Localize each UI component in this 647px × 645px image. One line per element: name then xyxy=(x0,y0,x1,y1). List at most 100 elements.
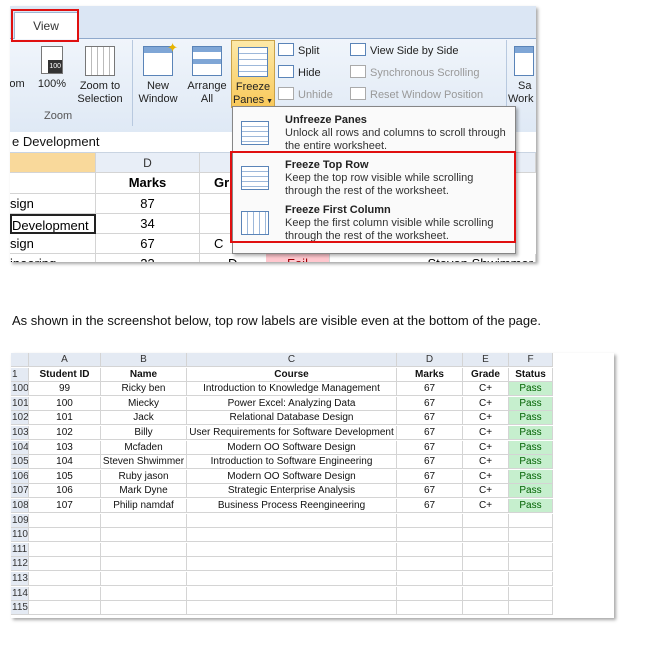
row-header[interactable]: 112 xyxy=(11,557,29,572)
cell-f5[interactable]: Fail xyxy=(266,254,330,262)
table-cell[interactable] xyxy=(29,542,101,557)
row-header[interactable]: 100 xyxy=(11,382,29,397)
table-cell[interactable]: Ricky ben xyxy=(101,382,187,397)
cell-d3[interactable]: 34 xyxy=(96,214,200,234)
table-cell[interactable] xyxy=(101,601,187,616)
table-cell[interactable] xyxy=(101,557,187,572)
table-cell[interactable] xyxy=(29,601,101,616)
zoom-to-selection-button[interactable]: Zoom to Selection xyxy=(74,46,126,106)
synchronous-scrolling-button[interactable]: Synchronous Scrolling xyxy=(350,65,479,81)
table-cell[interactable]: Ruby jason xyxy=(101,469,187,484)
cell-b2[interactable]: sign xyxy=(10,194,96,214)
table-cell[interactable] xyxy=(101,542,187,557)
table-cell[interactable]: 67 xyxy=(397,382,463,397)
hide-button[interactable]: Hide xyxy=(278,65,321,81)
table-cell[interactable] xyxy=(187,557,397,572)
cell-b5[interactable]: ineering xyxy=(10,254,96,262)
cell-d1[interactable]: Marks xyxy=(96,173,200,194)
unhide-button[interactable]: Unhide xyxy=(278,87,333,103)
table-cell[interactable]: Introduction to Knowledge Management xyxy=(187,382,397,397)
table-cell[interactable]: 102 xyxy=(29,426,101,440)
row-header[interactable]: 106 xyxy=(11,469,29,484)
table-cell[interactable]: 99 xyxy=(29,382,101,397)
row-header[interactable]: 102 xyxy=(11,411,29,426)
table-cell[interactable] xyxy=(397,572,463,586)
freeze-first-column-item[interactable]: Freeze First Column Keep the first colum… xyxy=(233,203,515,249)
column-header-b[interactable]: B xyxy=(101,353,187,367)
table-cell[interactable] xyxy=(509,542,553,557)
table-cell[interactable]: Philip namdaf xyxy=(101,499,187,513)
row-header[interactable]: 114 xyxy=(11,586,29,601)
table-cell[interactable]: Relational Database Design xyxy=(187,411,397,426)
row-header[interactable]: 110 xyxy=(11,528,29,543)
table-cell[interactable] xyxy=(509,601,553,616)
header-cell[interactable]: Marks xyxy=(397,367,463,382)
table-cell[interactable] xyxy=(463,557,509,572)
table-cell[interactable] xyxy=(187,586,397,601)
table-cell[interactable]: Modern OO Software Design xyxy=(187,469,397,484)
table-cell[interactable] xyxy=(187,601,397,616)
table-cell[interactable] xyxy=(29,513,101,528)
table-cell[interactable]: Pass xyxy=(509,396,553,411)
table-cell[interactable]: Billy xyxy=(101,426,187,440)
table-cell[interactable]: 103 xyxy=(29,440,101,455)
table-cell[interactable]: 67 xyxy=(397,411,463,426)
cell-b3-selected[interactable]: Development xyxy=(10,214,96,234)
freeze-top-row-item[interactable]: Freeze Top Row Keep the top row visible … xyxy=(233,158,515,204)
freeze-panes-button[interactable]: Freeze Panes ▼ xyxy=(231,40,275,108)
table-cell[interactable] xyxy=(187,572,397,586)
row-header[interactable]: 108 xyxy=(11,499,29,513)
table-cell[interactable]: Power Excel: Analyzing Data xyxy=(187,396,397,411)
table-cell[interactable] xyxy=(397,601,463,616)
table-cell[interactable]: C+ xyxy=(463,411,509,426)
table-cell[interactable]: User Requirements for Software Developme… xyxy=(187,426,397,440)
table-cell[interactable] xyxy=(397,542,463,557)
reset-window-position-button[interactable]: Reset Window Position xyxy=(350,87,483,103)
table-cell[interactable]: Mark Dyne xyxy=(101,484,187,499)
table-cell[interactable]: 67 xyxy=(397,484,463,499)
table-cell[interactable]: Miecky xyxy=(101,396,187,411)
table-cell[interactable]: Steven Shwimmer xyxy=(101,455,187,470)
column-header-d[interactable]: D xyxy=(397,353,463,367)
header-cell[interactable]: Grade xyxy=(463,367,509,382)
table-cell[interactable] xyxy=(463,572,509,586)
table-cell[interactable]: 105 xyxy=(29,469,101,484)
cell-d2[interactable]: 87 xyxy=(96,194,200,214)
column-header-c[interactable]: C xyxy=(187,353,397,367)
row-header[interactable]: 107 xyxy=(11,484,29,499)
column-header-e[interactable]: E xyxy=(463,353,509,367)
table-cell[interactable] xyxy=(101,572,187,586)
column-header-a[interactable]: A xyxy=(29,353,101,367)
table-cell[interactable]: Pass xyxy=(509,499,553,513)
table-cell[interactable]: Pass xyxy=(509,455,553,470)
table-cell[interactable]: C+ xyxy=(463,499,509,513)
table-cell[interactable]: 100 xyxy=(29,396,101,411)
table-cell[interactable]: Pass xyxy=(509,426,553,440)
table-cell[interactable]: 67 xyxy=(397,499,463,513)
table-cell[interactable]: Mcfaden xyxy=(101,440,187,455)
table-cell[interactable] xyxy=(509,557,553,572)
table-cell[interactable]: Modern OO Software Design xyxy=(187,440,397,455)
table-cell[interactable]: C+ xyxy=(463,440,509,455)
header-cell[interactable]: Name xyxy=(101,367,187,382)
table-cell[interactable]: Business Process Reengineering xyxy=(187,499,397,513)
table-cell[interactable] xyxy=(397,557,463,572)
zoom-100-button[interactable]: 100 100% xyxy=(34,46,70,91)
row-header[interactable]: 111 xyxy=(11,542,29,557)
row-header[interactable]: 104 xyxy=(11,440,29,455)
row-header[interactable]: 105 xyxy=(11,455,29,470)
row-header[interactable]: 103 xyxy=(11,426,29,440)
cell-d5[interactable]: 23 xyxy=(96,254,200,262)
table-cell[interactable] xyxy=(509,528,553,543)
table-cell[interactable] xyxy=(397,513,463,528)
table-cell[interactable]: 67 xyxy=(397,426,463,440)
table-cell[interactable] xyxy=(29,528,101,543)
table-cell[interactable]: 67 xyxy=(397,455,463,470)
cell-b1[interactable] xyxy=(10,173,96,194)
table-cell[interactable] xyxy=(463,513,509,528)
tab-view[interactable]: View xyxy=(14,12,78,39)
table-cell[interactable]: Introduction to Software Engineering xyxy=(187,455,397,470)
table-cell[interactable] xyxy=(187,513,397,528)
table-cell[interactable]: 67 xyxy=(397,440,463,455)
table-cell[interactable] xyxy=(187,528,397,543)
